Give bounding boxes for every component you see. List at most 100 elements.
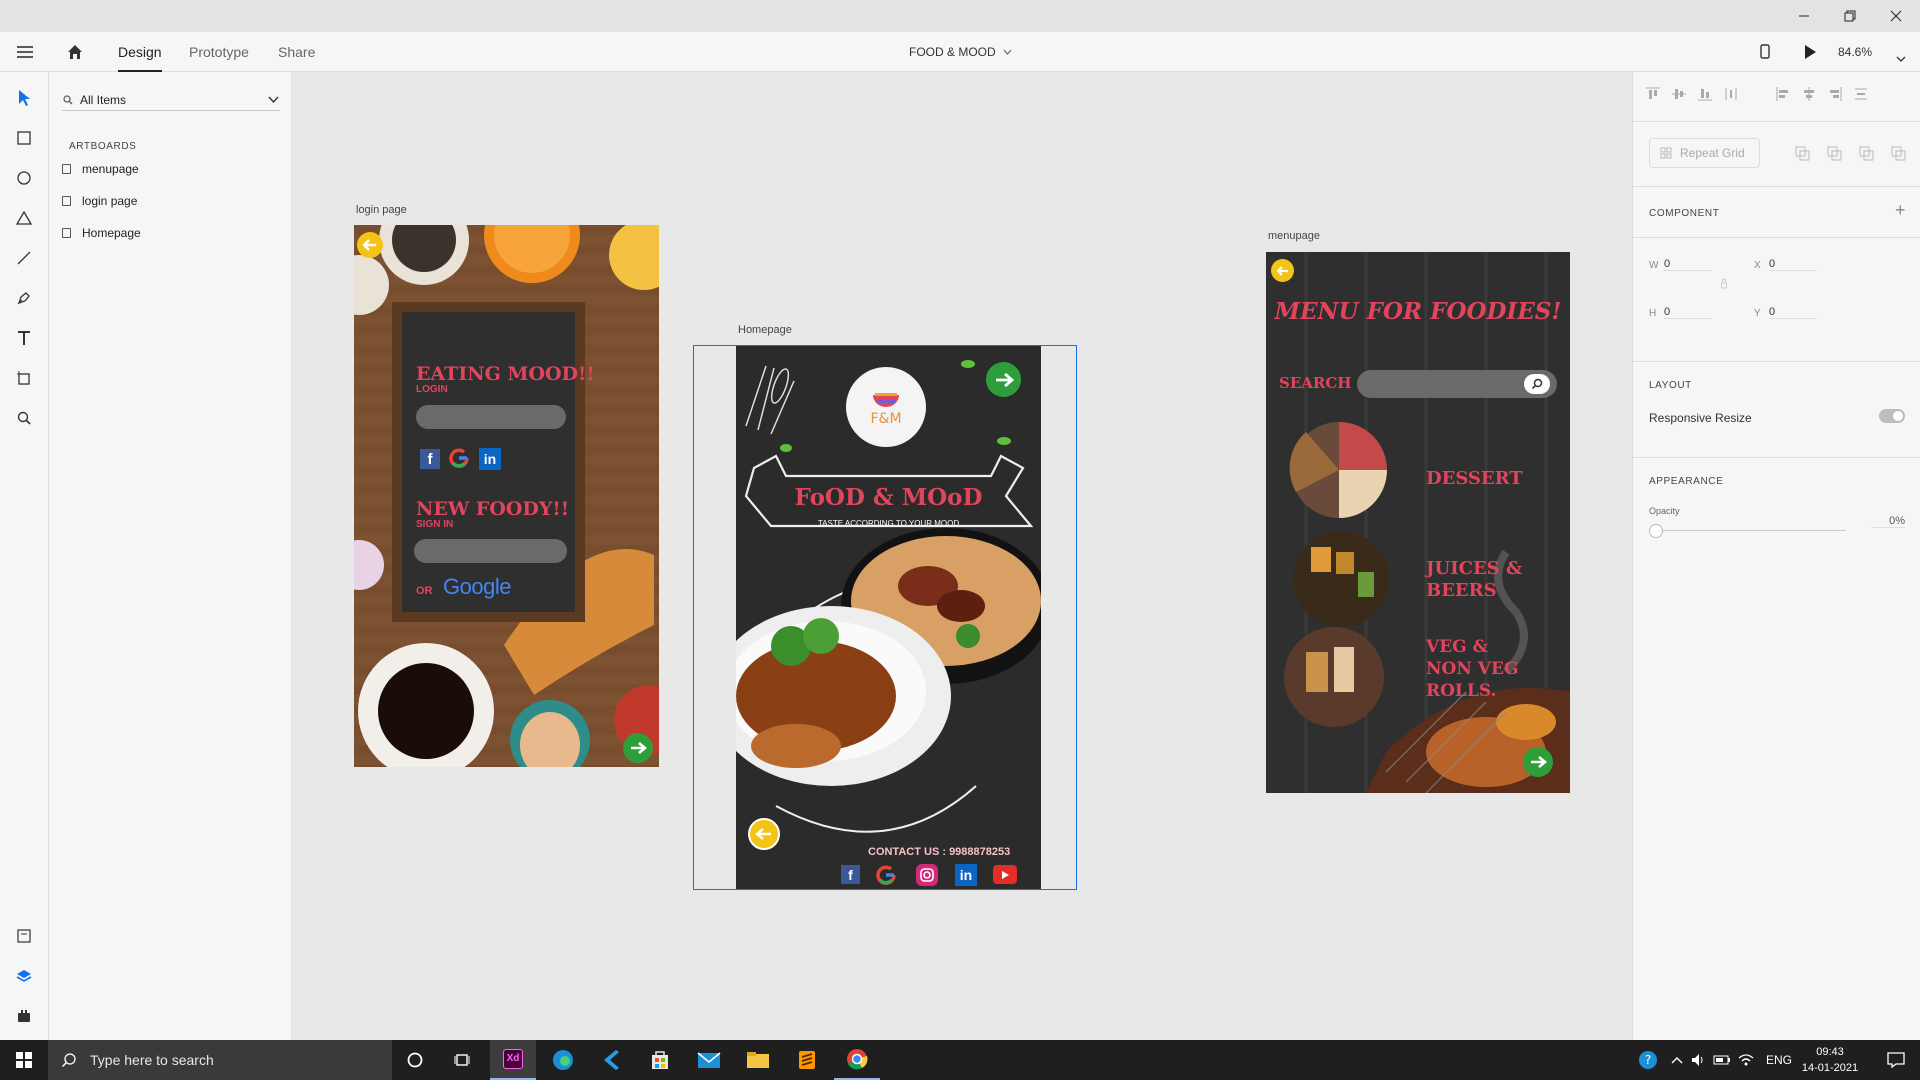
taskbar-chrome-icon[interactable] (834, 1040, 880, 1080)
facebook-icon[interactable]: f (420, 449, 440, 469)
layer-item-homepage[interactable]: Homepage (62, 222, 141, 244)
search-icon[interactable] (1524, 374, 1550, 394)
lock-aspect-icon[interactable] (1721, 278, 1727, 292)
repeat-grid-button[interactable]: Repeat Grid (1649, 138, 1760, 168)
height-input[interactable]: 0 (1664, 306, 1712, 319)
next-arrow-icon[interactable] (986, 362, 1021, 397)
back-arrow-icon[interactable] (1271, 259, 1294, 282)
document-title[interactable]: FOOD & MOOD (909, 32, 1012, 72)
close-button[interactable] (1873, 0, 1919, 32)
taskbar-sublime-icon[interactable] (784, 1040, 830, 1080)
taskbar-store-icon[interactable] (637, 1040, 683, 1080)
opacity-slider-handle[interactable] (1649, 524, 1663, 538)
minimize-button[interactable] (1781, 0, 1827, 32)
home-icon[interactable] (66, 43, 84, 61)
add-component-icon[interactable]: + (1895, 200, 1906, 221)
select-tool-icon[interactable] (10, 84, 38, 112)
align-left-icon[interactable] (1775, 86, 1791, 102)
distribute-vertical-icon[interactable] (1723, 86, 1739, 102)
instagram-icon[interactable] (916, 864, 938, 886)
tab-design[interactable]: Design (118, 32, 162, 72)
dessert-label[interactable]: DESSERT (1426, 468, 1523, 489)
taskbar-search-box[interactable]: Type here to search (48, 1040, 392, 1080)
width-input[interactable]: 0 (1664, 258, 1712, 271)
intersect-icon[interactable] (1859, 146, 1874, 161)
cortana-icon[interactable] (392, 1040, 438, 1080)
notification-center-icon[interactable] (1873, 1040, 1919, 1080)
tab-prototype[interactable]: Prototype (189, 32, 249, 72)
assets-icon[interactable] (10, 922, 38, 950)
artboard-login-page[interactable]: EATING MOOD!! LOGIN f in NEW FOODY!! SIG… (354, 225, 659, 767)
text-tool-icon[interactable] (10, 324, 38, 352)
align-middle-icon[interactable] (1671, 86, 1687, 102)
line-tool-icon[interactable] (10, 244, 38, 272)
design-canvas[interactable]: login page EATING MOOD!! LOGIN f in NEW … (292, 72, 1632, 1040)
layer-item-login-page[interactable]: login page (62, 190, 137, 212)
align-top-icon[interactable] (1645, 86, 1661, 102)
windows-start-icon[interactable] (0, 1040, 48, 1080)
next-arrow-icon[interactable] (1523, 747, 1553, 777)
device-preview-icon[interactable] (1759, 43, 1771, 61)
align-right-icon[interactable] (1827, 86, 1843, 102)
taskbar-vscode-icon[interactable] (588, 1040, 634, 1080)
align-bottom-icon[interactable] (1697, 86, 1713, 102)
plugins-icon[interactable] (10, 1002, 38, 1030)
add-icon[interactable] (1795, 146, 1810, 161)
artboard-label-homepage[interactable]: Homepage (738, 324, 792, 336)
battery-icon[interactable] (1709, 1040, 1735, 1080)
hamburger-menu-icon[interactable] (16, 44, 34, 60)
artboard-menupage[interactable]: MENU FOR FOODIES! SEARCH DESSERT JUICES … (1266, 252, 1570, 793)
zoom-level[interactable]: 84.6% (1838, 32, 1872, 72)
artboard-homepage[interactable]: F&M FoOD & MOoD TASTE ACCORDING TO YOUR … (736, 346, 1041, 889)
task-view-icon[interactable] (440, 1040, 486, 1080)
artboard-tool-icon[interactable] (10, 364, 38, 392)
x-input[interactable]: 0 (1769, 258, 1817, 271)
artboards-section-title: ARTBOARDS (69, 141, 137, 152)
back-arrow-icon[interactable] (357, 232, 383, 258)
artboard-label-login[interactable]: login page (356, 204, 407, 216)
exclude-icon[interactable] (1891, 146, 1906, 161)
taskbar-edge-icon[interactable] (540, 1040, 586, 1080)
login-background-photo (354, 225, 659, 767)
taskbar-adobe-xd-icon[interactable]: Xd (490, 1040, 536, 1080)
zoom-chevron-down-icon[interactable] (1896, 49, 1906, 67)
sign-in-input[interactable] (414, 539, 567, 563)
linkedin-icon[interactable]: in (955, 864, 977, 886)
google-logo[interactable]: Google (443, 574, 511, 600)
next-arrow-icon[interactable] (623, 733, 653, 763)
restore-button[interactable] (1827, 0, 1873, 32)
layer-item-menupage[interactable]: menupage (62, 158, 139, 180)
polygon-tool-icon[interactable] (10, 204, 38, 232)
veg-rolls-label[interactable]: VEG & NON VEG ROLLS. (1426, 636, 1518, 702)
youtube-icon[interactable] (993, 865, 1017, 884)
layers-filter[interactable]: All Items (62, 89, 280, 111)
responsive-resize-toggle[interactable] (1879, 409, 1905, 423)
opacity-slider[interactable] (1656, 530, 1846, 531)
taskbar-clock[interactable]: 09:43 14-01-2021 (1798, 1044, 1862, 1076)
taskbar-file-explorer-icon[interactable] (735, 1040, 781, 1080)
distribute-horizontal-icon[interactable] (1853, 86, 1869, 102)
wifi-icon[interactable] (1733, 1040, 1759, 1080)
play-icon[interactable] (1803, 44, 1817, 60)
pen-tool-icon[interactable] (10, 284, 38, 312)
artboard-label-menupage[interactable]: menupage (1268, 230, 1320, 242)
tab-share[interactable]: Share (278, 32, 315, 72)
y-input[interactable]: 0 (1769, 306, 1817, 319)
taskbar-mail-icon[interactable] (686, 1040, 732, 1080)
google-g-icon[interactable] (874, 863, 898, 889)
layers-icon[interactable] (10, 962, 38, 990)
google-g-icon[interactable] (447, 446, 471, 470)
juices-line-1: JUICES & (1426, 558, 1523, 579)
juices-beers-label[interactable]: JUICES & BEERS (1426, 558, 1522, 602)
ellipse-tool-icon[interactable] (10, 164, 38, 192)
facebook-icon[interactable]: f (841, 865, 860, 884)
login-input[interactable] (416, 405, 566, 429)
zoom-tool-icon[interactable] (10, 404, 38, 432)
opacity-input[interactable]: 0% (1871, 515, 1905, 528)
align-center-icon[interactable] (1801, 86, 1817, 102)
back-arrow-icon[interactable] (748, 818, 780, 850)
input-language[interactable]: ENG (1766, 1040, 1792, 1080)
linkedin-icon[interactable]: in (479, 448, 501, 470)
rectangle-tool-icon[interactable] (10, 124, 38, 152)
subtract-icon[interactable] (1827, 146, 1842, 161)
